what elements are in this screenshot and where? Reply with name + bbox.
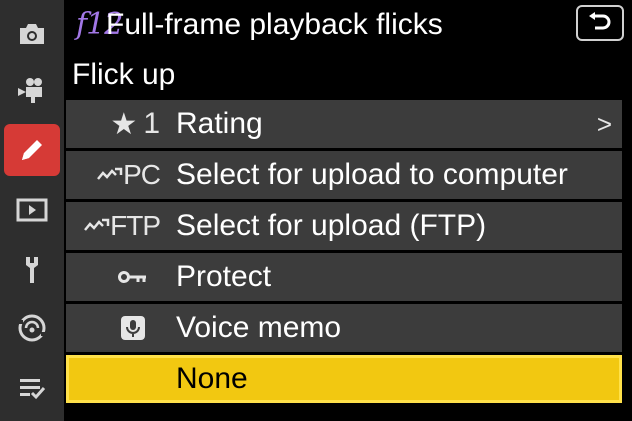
network-icon <box>18 314 46 342</box>
sidebar-item-setup[interactable] <box>4 244 60 296</box>
option-protect[interactable]: Protect <box>66 253 622 301</box>
page-title: Full-frame playback flicks <box>106 8 443 41</box>
upload-ftp-icon: FTP <box>66 202 166 250</box>
movie-camera-icon <box>18 78 42 103</box>
option-label: Select for upload to computer <box>176 158 568 191</box>
my-menu-icon <box>20 379 46 400</box>
option-voice-memo[interactable]: Voice memo <box>66 304 622 352</box>
menu-sidebar <box>0 0 64 421</box>
pencil-icon <box>22 140 42 160</box>
sidebar-item-video-recording[interactable] <box>4 64 60 116</box>
subtitle-text: Flick up <box>72 58 176 91</box>
option-label: Protect <box>176 260 272 293</box>
option-label: Rating <box>176 107 263 140</box>
chevron-right-icon: > <box>596 109 612 139</box>
sidebar-item-my-menu[interactable] <box>4 362 60 414</box>
camera-icon <box>20 24 44 44</box>
option-label: Voice memo <box>176 311 342 344</box>
sidebar-item-custom-settings[interactable] <box>4 124 60 176</box>
key-icon <box>66 253 166 301</box>
sidebar-item-network[interactable] <box>4 302 60 354</box>
option-label: Select for upload (FTP) <box>176 209 487 242</box>
menu-header: f12 Full-frame playback flicks <box>64 0 632 50</box>
back-arrow-icon <box>589 12 611 30</box>
option-label: None <box>176 362 248 395</box>
option-none[interactable]: None <box>66 355 622 403</box>
camera-menu-screen: f12 Full-frame playback flicks Flick up … <box>0 0 632 421</box>
submenu-subtitle: Flick up <box>64 50 632 98</box>
microphone-icon <box>66 304 166 352</box>
back-button[interactable] <box>576 5 624 41</box>
upload-pc-icon: PC <box>66 151 166 199</box>
star-icon: ★ 1 <box>110 107 160 141</box>
sidebar-item-playback[interactable] <box>4 184 60 236</box>
option-rating[interactable]: ★ 1 Rating > <box>66 100 622 148</box>
sidebar-item-photo-shooting[interactable] <box>4 8 60 60</box>
option-upload-computer[interactable]: PC Select for upload to computer <box>66 151 622 199</box>
option-upload-ftp[interactable]: FTP Select for upload (FTP) <box>66 202 622 250</box>
wrench-icon <box>26 257 38 283</box>
playback-icon <box>16 198 48 222</box>
